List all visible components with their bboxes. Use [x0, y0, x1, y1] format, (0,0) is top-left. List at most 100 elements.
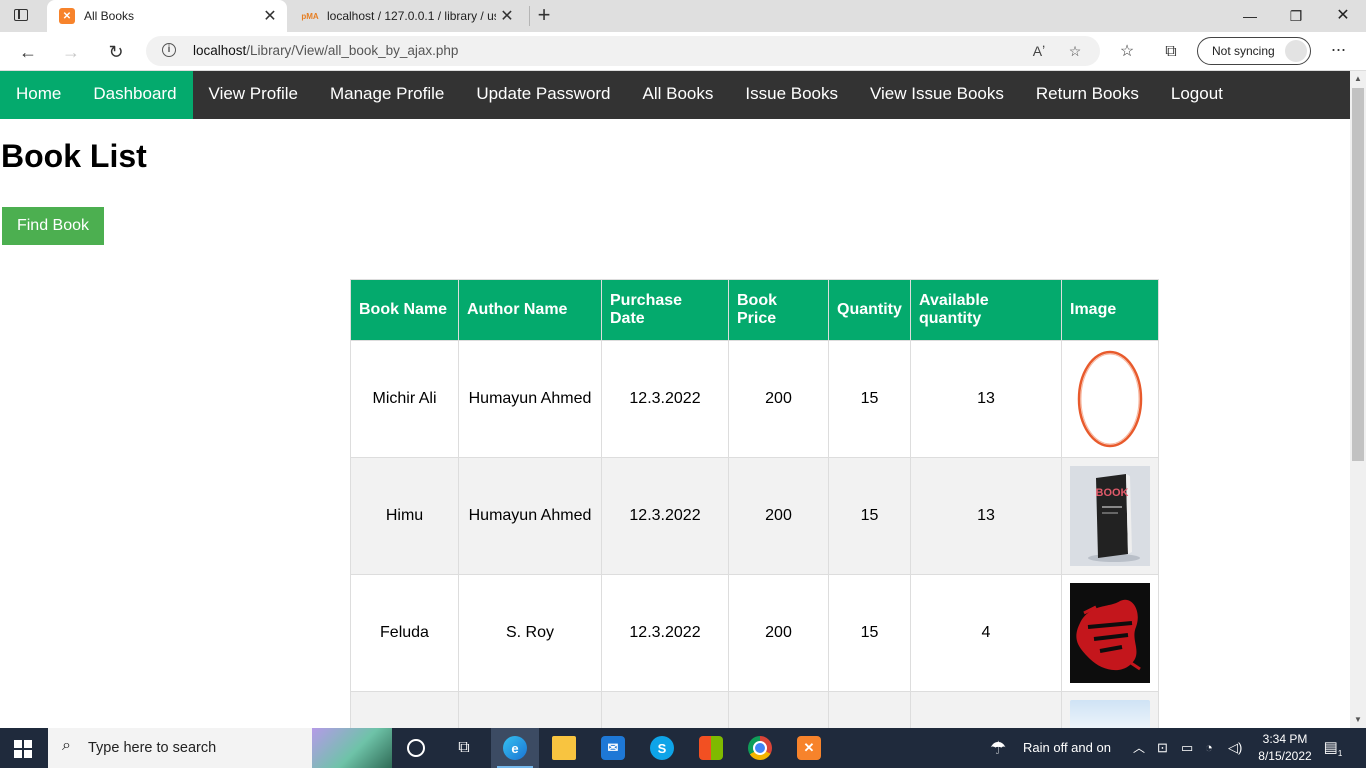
cell-quantity: 15 — [828, 457, 911, 575]
avatar — [1285, 40, 1307, 62]
search-highlight-image — [312, 728, 392, 768]
header-line: Date — [610, 310, 645, 327]
page-title: Book List — [1, 138, 147, 174]
cortana-icon[interactable] — [392, 728, 440, 768]
cell-book-name: Himu — [350, 457, 459, 575]
more-options-icon[interactable]: ··· — [1328, 40, 1348, 61]
nav-view-issue-books[interactable]: View Issue Books — [854, 71, 1020, 119]
tab-phpmyadmin[interactable]: pMA localhost / 127.0.0.1 / library / us… — [290, 0, 524, 32]
windows-start-icon[interactable] — [14, 740, 32, 758]
cell-author: Humayun Ahmed — [458, 340, 602, 458]
cell-author: Humayun Ahmed — [458, 457, 602, 575]
cell-image — [1061, 574, 1159, 692]
notification-count: 1 — [1337, 749, 1343, 758]
nav-update-password[interactable]: Update Password — [460, 71, 626, 119]
weather-text[interactable]: Rain off and on — [1023, 728, 1111, 768]
browser-tab-strip: ✕ All Books ✕ pMA localhost / 127.0.0.1 … — [0, 0, 1366, 32]
find-book-button[interactable]: Find Book — [2, 207, 104, 245]
forward-icon[interactable]: → — [58, 39, 84, 65]
cell-empty — [728, 691, 829, 732]
url-text[interactable]: localhost/Library/View/all_book_by_ajax.… — [193, 43, 458, 58]
clock[interactable]: 3:34 PM 8/15/2022 — [1250, 731, 1320, 765]
restore-icon[interactable]: ❐ — [1273, 0, 1319, 32]
task-view-icon[interactable]: ⧉ — [440, 728, 488, 768]
new-tab-icon[interactable]: + — [533, 4, 555, 28]
skype-icon[interactable]: S — [638, 728, 686, 768]
nav-home[interactable]: Home — [0, 71, 78, 119]
table-header-row: Book Name Author Name Purchase Date Book P… — [350, 279, 1159, 341]
clock-time: 3:34 PM — [1262, 732, 1308, 746]
cell-image — [1061, 691, 1159, 732]
nav-manage-profile[interactable]: Manage Profile — [314, 71, 460, 119]
notifications-icon[interactable]: ▤1 — [1322, 738, 1344, 758]
nav-logout[interactable]: Logout — [1155, 71, 1239, 119]
show-hidden-icons-icon[interactable]: ︿ — [1133, 728, 1145, 768]
tab-actions-icon[interactable] — [12, 7, 32, 25]
book-mockup-cover-image: BOOK — [1070, 466, 1150, 566]
address-bar[interactable]: i localhost/Library/View/all_book_by_aja… — [146, 36, 1100, 66]
minimize-icon[interactable]: — — [1227, 0, 1273, 32]
header-book-price: Book Price — [728, 279, 829, 341]
tab-all-books[interactable]: ✕ All Books ✕ — [47, 0, 287, 32]
phpmyadmin-icon: pMA — [301, 11, 319, 21]
network-icon[interactable]: ◔ — [1205, 728, 1213, 768]
header-book-name: Book Name — [350, 279, 459, 341]
table-row: Feluda S. Roy 12.3.2022 200 15 4 — [350, 574, 1159, 692]
cell-available: 4 — [910, 574, 1062, 692]
scroll-up-icon[interactable]: ▲ — [1350, 71, 1366, 87]
nav-return-books[interactable]: Return Books — [1020, 71, 1155, 119]
header-available-quantity: Available quantity — [910, 279, 1062, 341]
table-row — [350, 691, 1159, 732]
scroll-down-icon[interactable]: ▼ — [1350, 712, 1366, 728]
weather-icon[interactable]: ☂ — [990, 728, 1006, 768]
header-quantity: Quantity — [828, 279, 911, 341]
profile-sync-button[interactable]: Not syncing — [1197, 37, 1311, 65]
read-aloud-icon[interactable]: Aʼ — [1030, 42, 1048, 60]
search-icon: ⌕ — [62, 737, 71, 754]
meet-now-icon[interactable]: ⊡ — [1157, 728, 1168, 768]
header-line: Purchase — [610, 292, 683, 309]
site-info-icon[interactable]: i — [162, 43, 176, 57]
nav-issue-books[interactable]: Issue Books — [729, 71, 854, 119]
cell-empty — [458, 691, 602, 732]
header-line: Book — [737, 292, 777, 309]
address-toolbar: ← → ↻ i localhost/Library/View/all_book_… — [0, 32, 1366, 71]
page-scrollbar[interactable]: ▲ ▼ — [1350, 71, 1366, 728]
site-nav: Home Dashboard View Profile Manage Profi… — [0, 71, 1350, 119]
search-placeholder: Type here to search — [88, 740, 217, 756]
taskbar-search[interactable]: ⌕ Type here to search — [48, 728, 392, 768]
edge-icon[interactable]: e — [491, 728, 539, 768]
store-icon[interactable] — [687, 728, 735, 768]
nav-view-profile[interactable]: View Profile — [193, 71, 314, 119]
file-explorer-icon[interactable] — [540, 728, 588, 768]
url-host: localhost — [193, 43, 247, 58]
cell-image — [1061, 340, 1159, 458]
close-tab-icon[interactable]: ✕ — [496, 6, 518, 26]
header-purchase-date: Purchase Date — [601, 279, 729, 341]
volume-icon[interactable]: ◁) — [1228, 728, 1242, 768]
close-window-icon[interactable]: ✕ — [1320, 0, 1366, 32]
tab-divider — [529, 6, 530, 26]
ring-cover-image — [1070, 349, 1150, 449]
battery-icon[interactable]: ▭ — [1181, 728, 1193, 768]
collections-icon[interactable]: ⧉ — [1161, 42, 1181, 62]
scroll-thumb[interactable] — [1352, 88, 1364, 461]
back-icon[interactable]: ← — [15, 39, 41, 65]
header-image: Image — [1061, 279, 1159, 341]
cell-purchase-date: 12.3.2022 — [601, 574, 729, 692]
cell-empty — [910, 691, 1062, 732]
xampp-app-icon[interactable]: ✕ — [785, 728, 833, 768]
nav-dashboard[interactable]: Dashboard — [77, 71, 193, 119]
chrome-icon[interactable] — [736, 728, 784, 768]
tab-title: localhost / 127.0.0.1 / library / us — [327, 9, 496, 23]
cell-book-name: Feluda — [350, 574, 459, 692]
add-favorite-icon[interactable]: ☆ — [1066, 42, 1084, 60]
favorites-icon[interactable]: ☆ — [1117, 42, 1137, 62]
nav-all-books[interactable]: All Books — [627, 71, 730, 119]
taskbar: ⌕ Type here to search ⧉ e ✉ S ✕ ☂ Rain o… — [0, 728, 1366, 768]
cell-image: BOOK — [1061, 457, 1159, 575]
cover-text: BOOK — [1096, 487, 1129, 499]
refresh-icon[interactable]: ↻ — [103, 39, 129, 65]
close-tab-icon[interactable]: ✕ — [259, 6, 281, 26]
mail-icon[interactable]: ✉ — [589, 728, 637, 768]
